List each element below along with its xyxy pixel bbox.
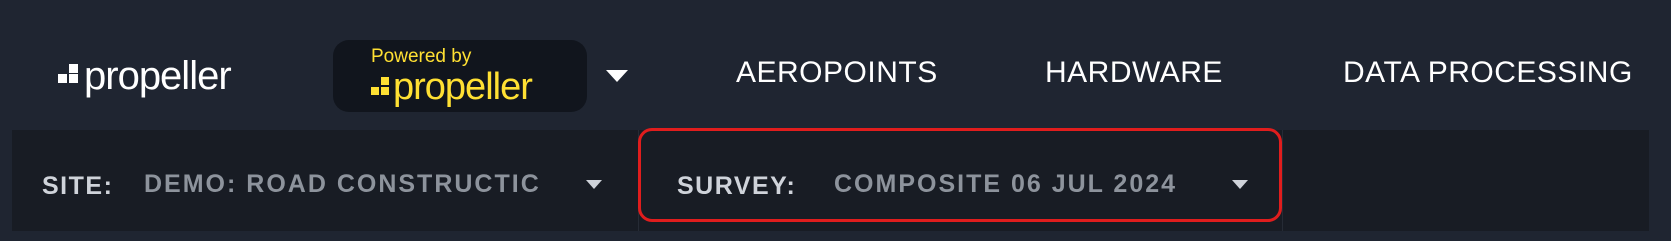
nav-link-hardware[interactable]: HARDWARE <box>1045 56 1223 90</box>
site-selector-value[interactable]: DEMO: ROAD CONSTRUCTIC <box>144 170 572 199</box>
powered-by-badge[interactable]: Powered by propeller <box>333 40 587 112</box>
divider <box>1282 130 1283 231</box>
site-label: SITE: <box>42 172 114 200</box>
nav-link-aeropoints[interactable]: AEROPOINTS <box>736 56 938 90</box>
powered-by-caption: Powered by <box>371 46 472 67</box>
survey-selector-highlight <box>638 128 1282 222</box>
powered-by-logo-text: propeller <box>393 66 533 108</box>
powered-by-logo: propeller <box>371 66 533 109</box>
nav-link-data-processing[interactable]: DATA PROCESSING <box>1343 56 1633 90</box>
propeller-mark-icon <box>58 64 80 88</box>
chevron-down-icon[interactable] <box>604 66 630 86</box>
top-navigation-bar: propeller Powered by propeller AEROPOINT… <box>0 0 1671 126</box>
logo-text: propeller <box>84 53 232 98</box>
propeller-mark-icon <box>371 76 391 99</box>
chevron-down-icon[interactable] <box>584 178 604 192</box>
propeller-logo[interactable]: propeller <box>58 52 232 100</box>
